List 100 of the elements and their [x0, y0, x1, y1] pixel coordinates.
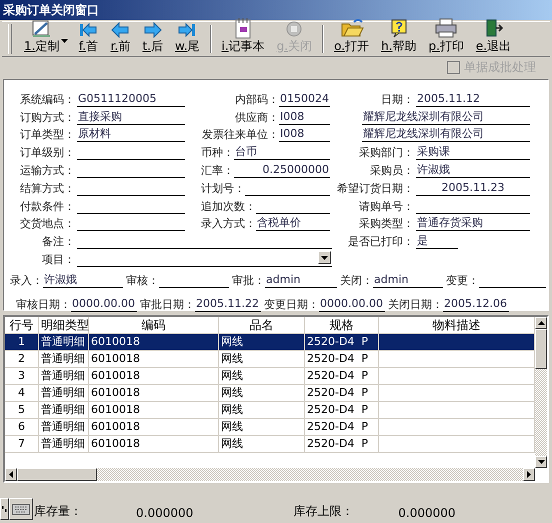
- table-cell: 普通明细: [39, 351, 89, 368]
- input-field[interactable]: G0511120005: [77, 90, 185, 107]
- table-cell: 网线: [219, 368, 305, 385]
- column-header[interactable]: 行号: [5, 317, 39, 334]
- input-field[interactable]: I008: [279, 126, 330, 142]
- field-label: 审批：: [232, 272, 265, 288]
- input-field[interactable]: 0000.00.00: [71, 296, 137, 312]
- field-label: 追加次数：: [201, 198, 256, 214]
- stock-label: 库存量：: [34, 503, 82, 520]
- scroll-down-icon[interactable]: [538, 460, 544, 464]
- input-field[interactable]: 是: [416, 233, 458, 250]
- stock-label: 库存上限：: [293, 503, 354, 520]
- input-field[interactable]: 台币: [234, 144, 330, 160]
- input-field[interactable]: 0000.00.00: [319, 296, 385, 312]
- keyboard-button[interactable]: [9, 498, 33, 520]
- table-cell: 3: [5, 368, 39, 385]
- field-label: 交货地点：: [19, 216, 75, 232]
- field-label: 变更日期：: [264, 296, 319, 312]
- table-cell: 6010018: [89, 351, 219, 368]
- table-cell: 6010018: [89, 368, 219, 385]
- table-cell: 2: [5, 351, 39, 368]
- folder-icon: [340, 18, 364, 38]
- table-row[interactable]: 1 普通明细 6010018 网线 2520-D4 P: [5, 334, 535, 351]
- horizontal-scrollbar[interactable]: [5, 468, 535, 481]
- table-row[interactable]: 2 普通明细 6010018 网线 2520-D4 P: [5, 351, 535, 368]
- input-field[interactable]: 直接采购: [77, 108, 185, 125]
- field-label: 备注：: [41, 234, 75, 250]
- input-field[interactable]: 许淑娥: [43, 272, 123, 288]
- table-cell: 1: [5, 334, 39, 351]
- toolbar-button[interactable]: t.后: [140, 22, 165, 56]
- previous-icon: [110, 22, 130, 38]
- help-icon: [390, 18, 408, 38]
- table-row[interactable]: 6 普通明细 6010018 网线 2520-D4 P: [5, 419, 535, 436]
- table-row[interactable]: 4 普通明细 6010018 网线 2520-D4 P: [5, 385, 535, 402]
- table-cell: 6010018: [89, 385, 219, 402]
- field-label: 采购类型：: [358, 216, 414, 232]
- input-field[interactable]: admin: [265, 272, 337, 288]
- column-header[interactable]: 物料描述: [379, 317, 535, 334]
- punctuation-icon: [2, 506, 7, 512]
- scroll-left-icon[interactable]: [9, 471, 13, 478]
- input-field[interactable]: 耀辉尼龙线深圳有限公司: [362, 108, 530, 125]
- input-field[interactable]: 采购课: [416, 144, 530, 160]
- table-row[interactable]: 3 普通明细 6010018 网线 2520-D4 P: [5, 368, 535, 385]
- column-header[interactable]: 明细类型: [39, 317, 89, 334]
- field-label: 录入方式：: [201, 216, 256, 232]
- table-row[interactable]: 7 普通明细 6010018 网线 2520-D4 P: [5, 436, 535, 453]
- first-record-icon: [78, 22, 98, 38]
- table-cell: 2520-D4 P: [305, 385, 379, 402]
- toolbar-button[interactable]: 1.定制: [22, 22, 62, 56]
- table-cell: 网线: [219, 402, 305, 419]
- table-cell: 网线: [219, 419, 305, 436]
- field-label: 采购部门：: [358, 145, 414, 160]
- stock-value: 0.000000: [136, 506, 194, 520]
- table-cell: 网线: [219, 385, 305, 402]
- exit-door-icon: [484, 18, 504, 38]
- table-row[interactable]: 5 普通明细 6010018 网线 2520-D4 P: [5, 402, 535, 419]
- input-field[interactable]: 0150024: [279, 90, 330, 107]
- input-field[interactable]: 2005.11.22: [195, 296, 261, 312]
- punctuation-button[interactable]: [0, 498, 9, 520]
- input-field[interactable]: I008: [279, 108, 330, 125]
- input-field[interactable]: 耀辉尼龙线深圳有限公司: [362, 126, 530, 142]
- table-cell: 4: [5, 385, 39, 402]
- input-field[interactable]: 2005.11.23: [416, 180, 530, 196]
- input-field[interactable]: 含税单价: [256, 215, 330, 232]
- toolbar-button[interactable]: h.帮助: [379, 22, 418, 56]
- input-field[interactable]: 0.25000000: [234, 162, 330, 178]
- toolbar-button[interactable]: f.首: [76, 22, 100, 56]
- caret-icon[interactable]: [61, 38, 68, 42]
- field-label: 审核日期：: [16, 296, 71, 312]
- vertical-scrollbar[interactable]: [535, 317, 547, 468]
- column-header[interactable]: 编码: [89, 317, 219, 334]
- table-cell: 2520-D4 P: [305, 419, 379, 436]
- toolbar-button[interactable]: e.退出: [474, 22, 514, 56]
- dropdown-arrow-icon[interactable]: [321, 256, 328, 260]
- input-field[interactable]: 2005.12.06: [443, 296, 509, 312]
- input-field[interactable]: 2005.11.12: [416, 90, 530, 107]
- toolbar-button[interactable]: r.前: [108, 22, 132, 56]
- field-label: 订购方式：: [19, 110, 75, 125]
- stock-value: 0.000000: [398, 506, 456, 520]
- field-label: 日期：: [380, 92, 414, 107]
- table-cell: 普通明细: [39, 368, 89, 385]
- scroll-right-icon[interactable]: [527, 471, 531, 478]
- toolbar-button[interactable]: w.尾: [172, 22, 202, 56]
- input-field[interactable]: admin: [373, 272, 443, 288]
- column-header[interactable]: 品名: [219, 317, 305, 334]
- column-header[interactable]: 规格: [305, 317, 379, 334]
- table-cell: 6010018: [89, 334, 219, 351]
- dropdown-field[interactable]: [77, 250, 332, 267]
- field-label: 发票往来单位：: [201, 127, 279, 142]
- toolbar-button[interactable]: p.打印: [426, 22, 466, 56]
- toolbar-button[interactable]: i.记事本: [220, 22, 267, 56]
- field-label: 采购员：: [369, 162, 414, 178]
- input-field[interactable]: 普通存货采购: [416, 215, 530, 232]
- table-cell: 普通明细: [39, 402, 89, 419]
- toolbar-button[interactable]: o.打开: [332, 22, 372, 56]
- table-cell: 2520-D4 P: [305, 436, 379, 453]
- input-field[interactable]: 许淑娥: [416, 162, 530, 178]
- scroll-up-icon[interactable]: [538, 321, 544, 325]
- field-label: 订单类型：: [19, 127, 75, 142]
- input-field[interactable]: 原材料: [77, 126, 185, 142]
